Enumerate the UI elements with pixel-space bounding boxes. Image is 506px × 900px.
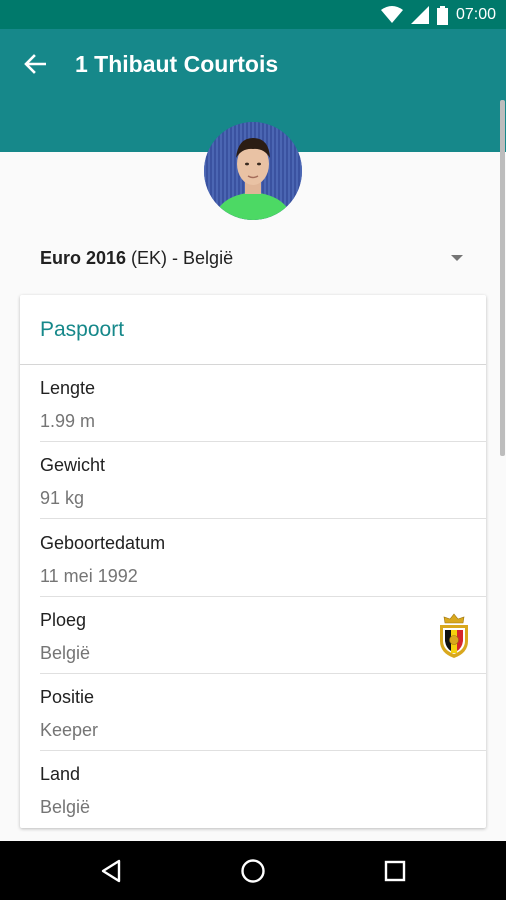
tournament-dropdown[interactable]: Euro 2016 (EK) - België [20, 237, 486, 281]
nav-back-button[interactable] [93, 853, 129, 889]
dropdown-arrow-icon [451, 255, 463, 261]
back-triangle-icon [101, 859, 121, 883]
recents-square-icon [384, 860, 406, 882]
divider [40, 518, 486, 519]
passport-card: Paspoort Lengte 1.99 m Gewicht 91 kg Geb… [20, 295, 486, 828]
row-value: België [40, 797, 91, 817]
row-label: Lengte [40, 378, 96, 398]
row-value: België [40, 643, 91, 663]
nav-home-button[interactable] [235, 853, 271, 889]
row-label: Ploeg [40, 610, 87, 630]
row-label: Gewicht [40, 455, 106, 475]
status-time: 07:00 [455, 6, 496, 23]
row-value: 1.99 m [40, 411, 96, 431]
belgium-crest-icon [440, 613, 468, 658]
row-label: Positie [40, 687, 95, 707]
system-nav-bar [0, 841, 506, 900]
card-title: Paspoort [40, 318, 125, 341]
info-row-lengte: Lengte 1.99 m [20, 365, 486, 442]
tournament-name: Euro 2016 [40, 248, 127, 268]
row-label: Land [40, 764, 81, 784]
tournament-dropdown-label: Euro 2016 (EK) - België [40, 248, 233, 269]
row-label: Geboortedatum [40, 533, 166, 553]
home-circle-icon [241, 859, 265, 883]
player-photo-icon [204, 122, 302, 220]
page-title: 1 Thibaut Courtois [75, 51, 279, 77]
nav-recents-button[interactable] [377, 853, 413, 889]
row-value: Keeper [40, 720, 99, 740]
status-bar: 07:00 [0, 0, 506, 29]
row-value: 11 mei 1992 [40, 566, 138, 586]
status-icons: 07:00 [380, 5, 496, 25]
row-value: 91 kg [40, 488, 85, 508]
info-row-geboortedatum: Geboortedatum 11 mei 1992 [20, 520, 486, 597]
back-button[interactable] [18, 47, 52, 81]
cell-signal-icon [410, 6, 429, 24]
arrow-left-icon [24, 54, 46, 74]
info-row-positie: Positie Keeper [20, 674, 486, 751]
info-row-land: Land België [20, 751, 486, 828]
scrollbar[interactable] [500, 100, 505, 456]
tournament-detail: (EK) - België [126, 248, 234, 268]
wifi-icon [380, 6, 403, 23]
info-row-ploeg[interactable]: Ploeg België [20, 597, 486, 674]
info-row-gewicht: Gewicht 91 kg [20, 442, 486, 519]
battery-icon [436, 5, 448, 25]
player-avatar [204, 122, 302, 220]
